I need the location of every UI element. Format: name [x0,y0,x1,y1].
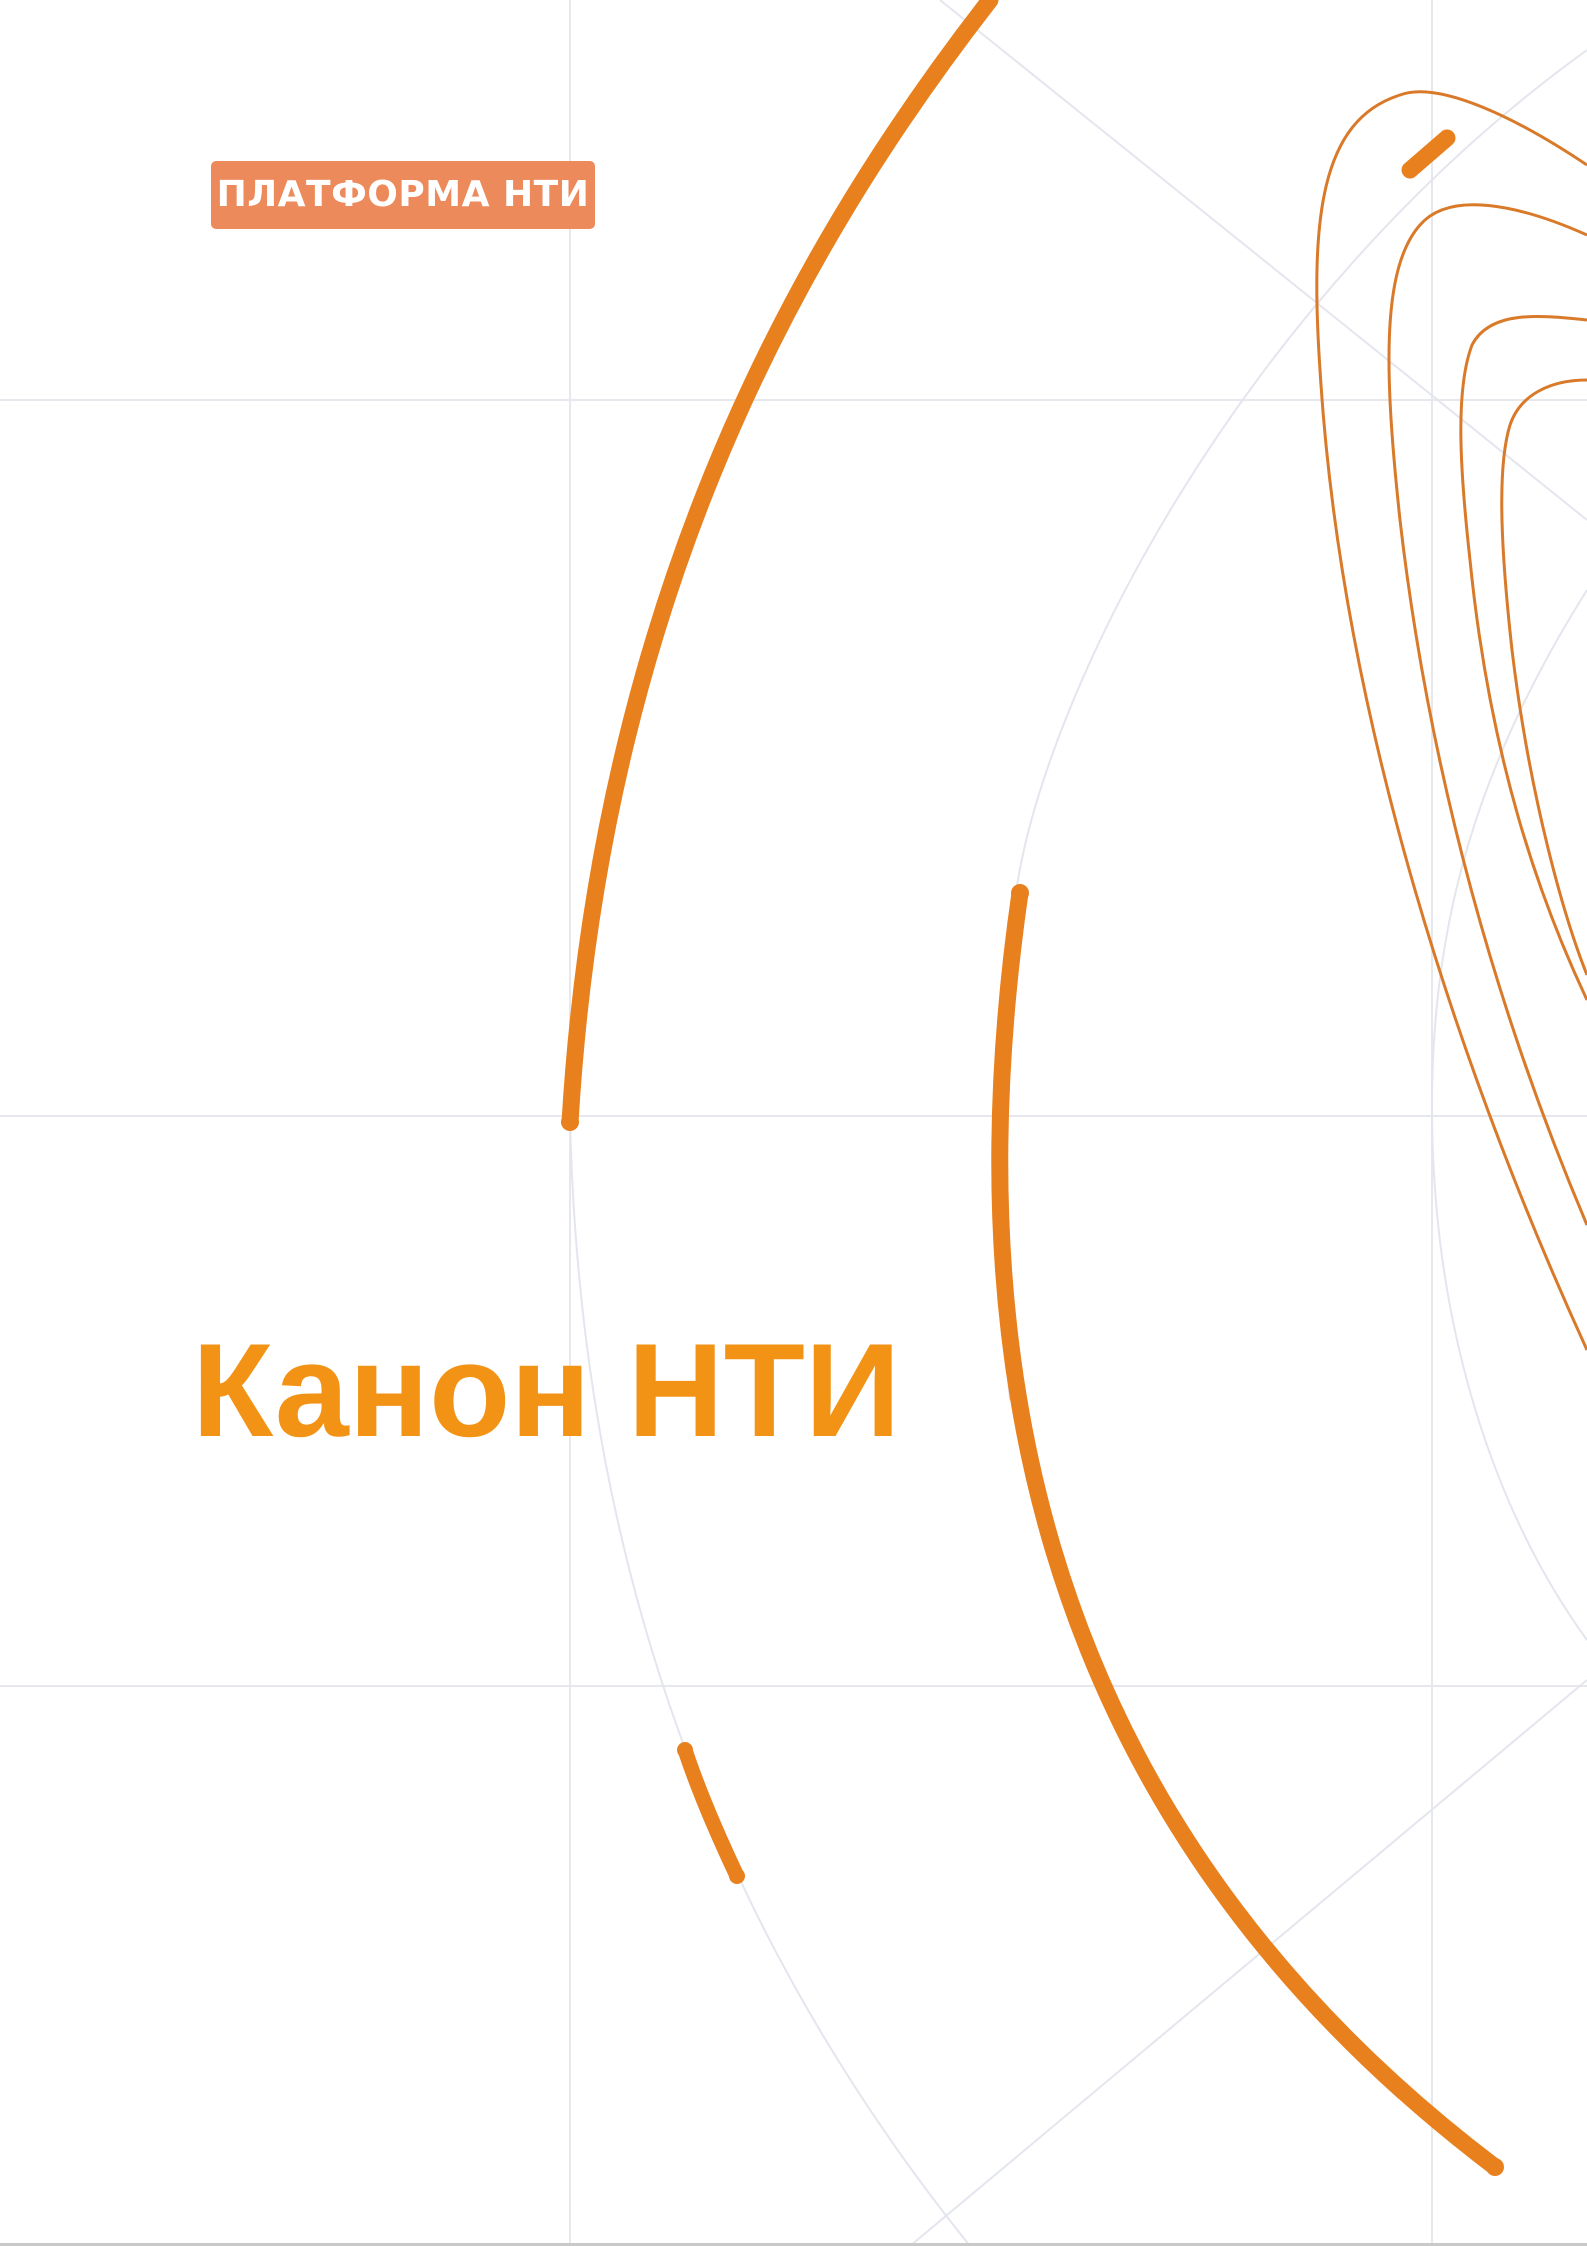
document-cover-page: ПЛАТФОРМА НТИ Канон НТИ [0,0,1587,2246]
grid-lines [0,0,1587,2246]
orange-contours [1315,90,1587,1351]
construction-lines [569,0,1587,2246]
platform-nti-badge: ПЛАТФОРМА НТИ [211,161,595,229]
arc-end-dots [561,884,1504,2176]
decorative-background [0,0,1587,2246]
platform-nti-badge-label: ПЛАТФОРМА НТИ [216,174,590,215]
orange-arcs [561,0,1504,2176]
document-title: Канон НТИ [192,1317,901,1465]
